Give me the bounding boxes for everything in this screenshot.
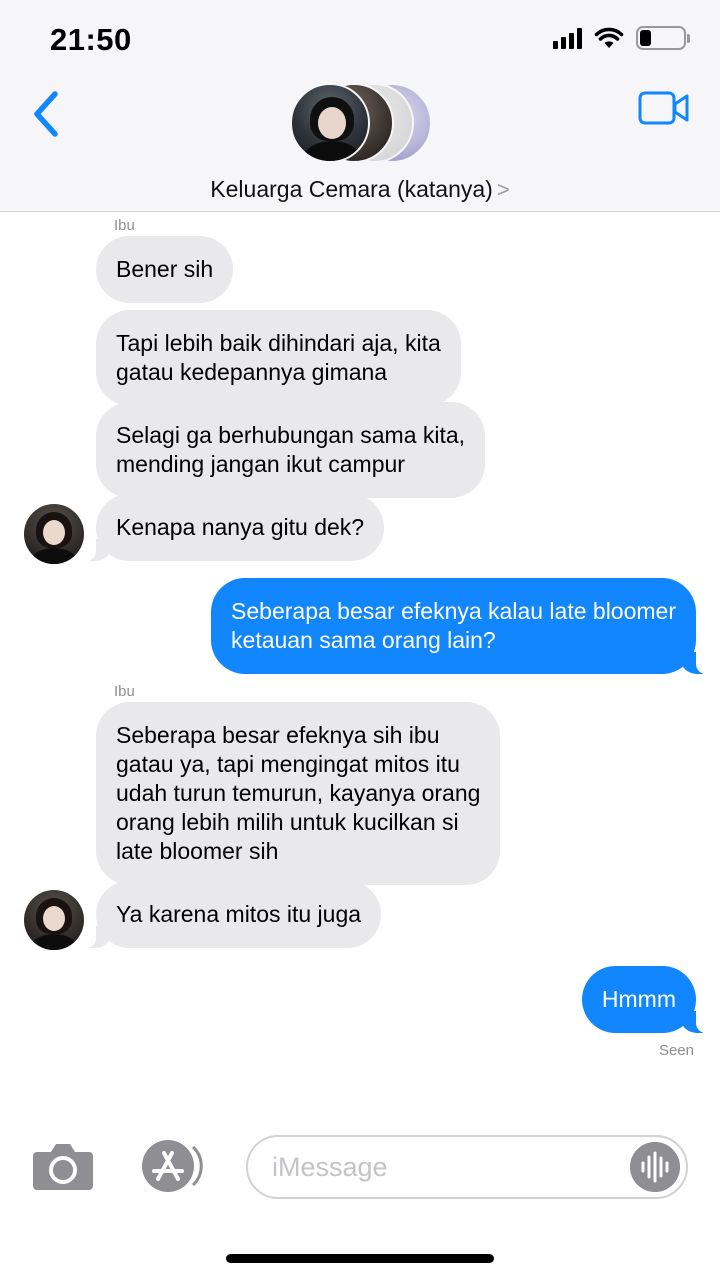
read-receipt: Seen	[658, 1042, 694, 1059]
group-name[interactable]: Keluarga Cemara (katanya) >	[0, 176, 720, 203]
message-text: Seberapa besar efeknya kalau late bloome…	[231, 598, 676, 624]
group-name-label: Keluarga Cemara (katanya)	[210, 176, 493, 202]
message-text: udah turun temurun, kayanya orang	[116, 780, 481, 806]
battery-icon	[636, 26, 690, 50]
message-text: ketauan sama orang lain?	[231, 627, 496, 653]
message-text: mending jangan ikut campur	[116, 451, 405, 477]
message-bubble-incoming[interactable]: Kenapa nanya gitu dek?	[83, 494, 385, 561]
message-bubble-outgoing[interactable]: Hmmm	[581, 966, 709, 1033]
audio-waveform-icon[interactable]	[630, 1142, 680, 1192]
message-text: Hmmm	[601, 986, 676, 1012]
message-text: Tapi lebih baik dihindari aja, kita	[116, 330, 441, 356]
video-camera-icon[interactable]	[638, 90, 690, 126]
message-text: Bener sih	[116, 256, 214, 282]
chevron-right-icon: >	[496, 177, 510, 202]
message-input[interactable]	[272, 1147, 612, 1187]
home-indicator[interactable]	[226, 1254, 494, 1263]
group-avatars[interactable]	[290, 83, 440, 165]
sender-label: Ibu	[114, 217, 135, 234]
message-bubble-incoming[interactable]: Selagi ga berhubungan sama kita, mending…	[96, 402, 486, 498]
message-text: gatau ya, tapi mengingat mitos itu	[116, 751, 460, 777]
message-bubble-incoming[interactable]: Bener sih	[96, 236, 234, 303]
app-store-icon[interactable]	[135, 1137, 207, 1195]
message-input-container[interactable]	[246, 1135, 688, 1199]
message-text: orang lebih milih untuk kucilkan si	[116, 809, 459, 835]
sender-avatar[interactable]	[24, 890, 84, 950]
wifi-icon	[594, 27, 624, 48]
message-text: Selagi ga berhubungan sama kita,	[116, 422, 466, 448]
status-time: 21:50	[50, 22, 132, 57]
sender-label: Ibu	[114, 683, 135, 700]
message-bubble-incoming[interactable]: Ya karena mitos itu juga	[83, 881, 382, 948]
message-text: Ya karena mitos itu juga	[116, 901, 362, 927]
message-text: late bloomer sih	[116, 838, 279, 864]
cellular-signal-icon	[553, 27, 582, 49]
member-avatar	[290, 83, 370, 163]
conversation-header: 21:50 Keluarga Cemara (katanya) >	[0, 0, 720, 212]
message-text: Kenapa nanya gitu dek?	[116, 514, 365, 540]
message-text: gatau kedepannya gimana	[116, 359, 388, 385]
camera-icon[interactable]	[31, 1140, 95, 1192]
message-bubble-incoming[interactable]: Seberapa besar efeknya sih ibu gatau ya,…	[96, 702, 501, 885]
message-bubble-incoming[interactable]: Tapi lebih baik dihindari aja, kita gata…	[96, 310, 461, 406]
message-bubble-outgoing[interactable]: Seberapa besar efeknya kalau late bloome…	[211, 578, 708, 674]
message-text: Seberapa besar efeknya sih ibu	[116, 722, 440, 748]
sender-avatar[interactable]	[24, 504, 84, 564]
back-chevron-icon[interactable]	[28, 88, 68, 140]
status-icons	[553, 26, 690, 50]
